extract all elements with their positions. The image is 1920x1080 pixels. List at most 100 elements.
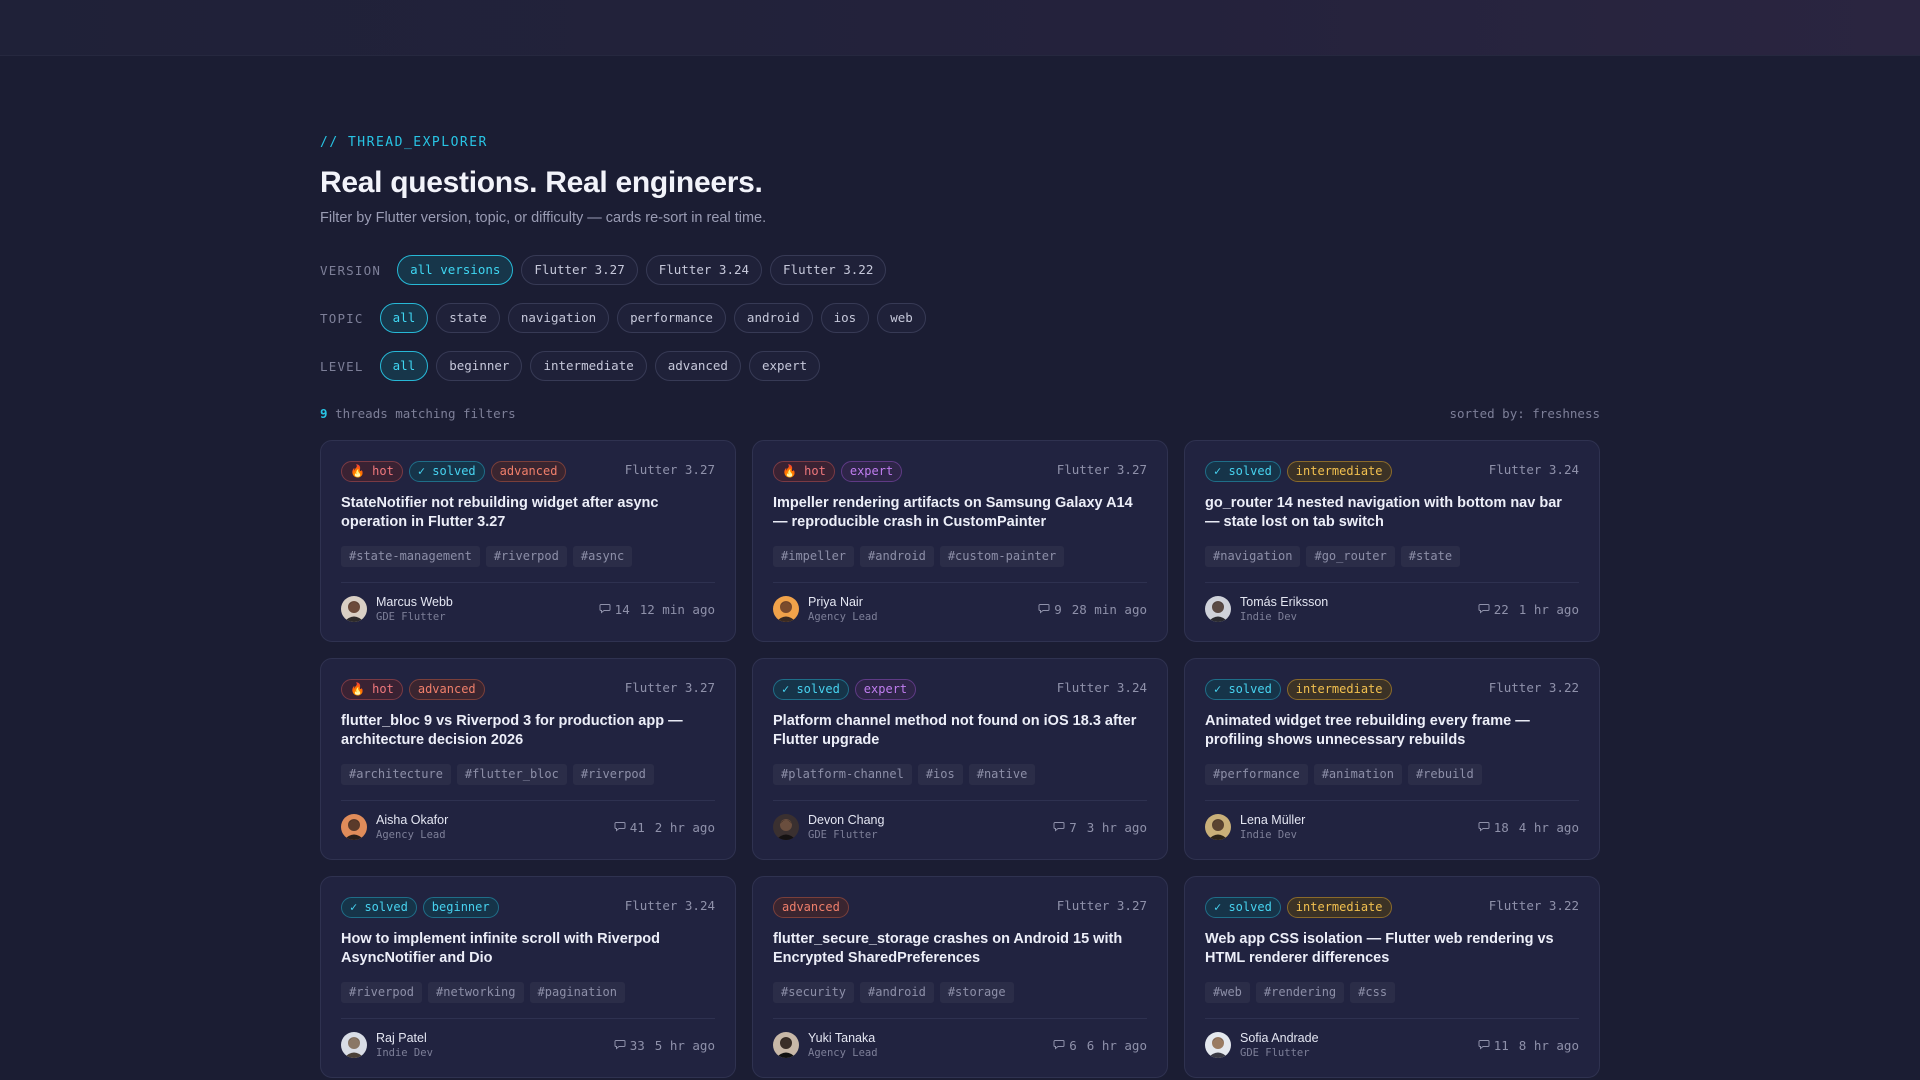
thread-title[interactable]: How to implement infinite scroll with Ri… bbox=[341, 930, 715, 968]
topic-tag[interactable]: #pagination bbox=[529, 982, 625, 1003]
author[interactable]: Raj Patel Indie Dev bbox=[341, 1031, 433, 1060]
topic-chip-ios[interactable]: ios bbox=[820, 303, 870, 333]
level-chip-advanced[interactable]: advanced bbox=[654, 351, 741, 381]
thread-card[interactable]: 🔥 hot ✓ solved advanced Flutter 3.27 State… bbox=[320, 440, 736, 642]
thread-stats: 9 28 min ago bbox=[1038, 602, 1147, 617]
topic-chip-web[interactable]: web bbox=[877, 303, 926, 333]
topic-tag[interactable]: #state-management bbox=[341, 546, 480, 567]
comment-count-value: 7 bbox=[1069, 819, 1077, 835]
author[interactable]: Aisha Okafor Agency Lead bbox=[341, 813, 448, 842]
topic-tag[interactable]: #go_router bbox=[1306, 546, 1395, 567]
topic-tag[interactable]: #performance bbox=[1205, 764, 1308, 785]
version-chip-3-27[interactable]: Flutter 3.27 bbox=[521, 255, 638, 285]
topic-chip-android[interactable]: android bbox=[733, 303, 813, 333]
author[interactable]: Tomás Eriksson Indie Dev bbox=[1205, 595, 1328, 624]
solved-badge: ✓ solved bbox=[1205, 679, 1281, 700]
solved-badge: ✓ solved bbox=[341, 897, 417, 918]
thread-title[interactable]: Web app CSS isolation — Flutter web rend… bbox=[1205, 930, 1579, 968]
thread-card[interactable]: 🔥 hot advanced Flutter 3.27 flutter_bloc … bbox=[320, 658, 736, 860]
topic-chip-state[interactable]: state bbox=[436, 303, 500, 333]
version-chip-all[interactable]: all versions bbox=[397, 255, 514, 285]
topic-tag[interactable]: #custom-painter bbox=[939, 546, 1065, 567]
thread-title[interactable]: flutter_bloc 9 vs Riverpod 3 for product… bbox=[341, 712, 715, 750]
card-divider bbox=[1205, 1018, 1579, 1019]
topic-chip-performance[interactable]: performance bbox=[617, 303, 726, 333]
author[interactable]: Yuki Tanaka Agency Lead bbox=[773, 1031, 878, 1060]
topic-chip-navigation[interactable]: navigation bbox=[507, 303, 610, 333]
page-subtitle: Filter by Flutter version, topic, or dif… bbox=[320, 210, 767, 226]
topic-tag[interactable]: #riverpod bbox=[485, 546, 567, 567]
topic-tag[interactable]: #flutter_bloc bbox=[456, 764, 567, 785]
topic-tag[interactable]: #navigation bbox=[1205, 546, 1301, 567]
person-avatar-icon bbox=[773, 814, 799, 840]
topic-tag[interactable]: #networking bbox=[428, 982, 524, 1003]
card-footer: Tomás Eriksson Indie Dev 22 1 hr ago bbox=[1205, 595, 1579, 623]
topic-tag[interactable]: #riverpod bbox=[341, 982, 423, 1003]
topic-tag[interactable]: #platform-channel bbox=[773, 764, 912, 785]
flutter-version: Flutter 3.27 bbox=[624, 462, 715, 477]
topic-tag[interactable]: #async bbox=[572, 546, 633, 567]
author[interactable]: Lena Müller Indie Dev bbox=[1205, 813, 1305, 842]
level-chip-beginner[interactable]: beginner bbox=[436, 351, 523, 381]
topic-tag[interactable]: #architecture bbox=[341, 764, 451, 785]
version-filter-row: VERSION all versions Flutter 3.27 Flutte… bbox=[320, 253, 1600, 287]
topic-tag[interactable]: #security bbox=[773, 982, 855, 1003]
thread-card[interactable]: ✓ solved intermediate Flutter 3.22 Web ap… bbox=[1184, 876, 1600, 1078]
topic-filter-row: TOPIC all state navigation performance a… bbox=[320, 301, 1600, 335]
topic-tag[interactable]: #css bbox=[1350, 982, 1396, 1003]
topic-tag[interactable]: #native bbox=[968, 764, 1036, 785]
topic-tag[interactable]: #web bbox=[1205, 982, 1250, 1003]
author[interactable]: Devon Chang GDE Flutter bbox=[773, 813, 884, 842]
comment-icon bbox=[1053, 1038, 1065, 1053]
thread-title[interactable]: Impeller rendering artifacts on Samsung … bbox=[773, 494, 1147, 532]
tag-list: #riverpod #networking #pagination bbox=[341, 982, 715, 1004]
thread-card[interactable]: ✓ solved beginner Flutter 3.24 How to imp… bbox=[320, 876, 736, 1078]
thread-card[interactable]: ✓ solved expert Flutter 3.24 Platform cha… bbox=[752, 658, 1168, 860]
beginner-badge: beginner bbox=[422, 897, 499, 918]
thread-title[interactable]: Platform channel method not found on iOS… bbox=[773, 712, 1147, 750]
level-chip-expert[interactable]: expert bbox=[748, 351, 821, 381]
author[interactable]: Marcus Webb GDE Flutter bbox=[341, 595, 453, 624]
thread-card[interactable]: 🔥 hot expert Flutter 3.27 Impeller render… bbox=[752, 440, 1168, 642]
thread-title[interactable]: StateNotifier not rebuilding widget afte… bbox=[341, 494, 715, 532]
topic-tag[interactable]: #impeller bbox=[773, 546, 855, 567]
author[interactable]: Sofia Andrade GDE Flutter bbox=[1205, 1031, 1319, 1060]
thread-title[interactable]: flutter_secure_storage crashes on Androi… bbox=[773, 930, 1147, 968]
advanced-badge: advanced bbox=[773, 897, 849, 918]
thread-title[interactable]: Animated widget tree rebuilding every fr… bbox=[1205, 712, 1579, 750]
topic-tag[interactable]: #storage bbox=[939, 982, 1014, 1003]
comment-count: 11 bbox=[1478, 1038, 1509, 1053]
author-role: Indie Dev bbox=[1240, 610, 1297, 623]
version-chip-3-24[interactable]: Flutter 3.24 bbox=[645, 255, 763, 285]
topic-tag[interactable]: #animation bbox=[1313, 764, 1402, 785]
solved-badge: ✓ solved bbox=[1205, 897, 1281, 918]
thread-card[interactable]: ✓ solved intermediate Flutter 3.22 Animat… bbox=[1184, 658, 1600, 860]
topic-chip-all[interactable]: all bbox=[379, 303, 429, 333]
level-chip-intermediate[interactable]: intermediate bbox=[530, 351, 647, 381]
version-chip-3-22[interactable]: Flutter 3.22 bbox=[770, 255, 887, 285]
thread-card[interactable]: advanced Flutter 3.27 flutter_secure_sto… bbox=[752, 876, 1168, 1078]
thread-age: 28 min ago bbox=[1071, 601, 1147, 617]
card-divider bbox=[1205, 800, 1579, 801]
author[interactable]: Priya Nair Agency Lead bbox=[773, 595, 878, 624]
topic-tag[interactable]: #android bbox=[860, 982, 934, 1003]
comment-count: 33 bbox=[614, 1038, 645, 1053]
topic-tag[interactable]: #state bbox=[1400, 546, 1461, 567]
level-chip-all[interactable]: all bbox=[379, 351, 429, 381]
thread-card[interactable]: ✓ solved intermediate Flutter 3.24 go_rou… bbox=[1184, 440, 1600, 642]
topic-tag[interactable]: #android bbox=[860, 546, 934, 567]
expert-badge: expert bbox=[840, 461, 903, 482]
card-footer: Yuki Tanaka Agency Lead 6 6 hr ago bbox=[773, 1031, 1147, 1059]
card-footer: Sofia Andrade GDE Flutter 11 8 hr ago bbox=[1205, 1031, 1579, 1059]
thread-title[interactable]: go_router 14 nested navigation with bott… bbox=[1205, 494, 1579, 532]
topic-tag[interactable]: #rendering bbox=[1255, 982, 1345, 1003]
results-count-number: 9 bbox=[320, 405, 328, 421]
topic-tag[interactable]: #riverpod bbox=[572, 764, 654, 785]
topic-tag[interactable]: #ios bbox=[917, 764, 963, 785]
card-header: ✓ solved intermediate Flutter 3.22 bbox=[1205, 897, 1579, 921]
comment-count-value: 11 bbox=[1493, 1037, 1509, 1053]
card-footer: Aisha Okafor Agency Lead 41 2 hr ago bbox=[341, 813, 715, 841]
card-footer: Raj Patel Indie Dev 33 5 hr ago bbox=[341, 1031, 715, 1059]
solved-badge: ✓ solved bbox=[1205, 461, 1281, 482]
topic-tag[interactable]: #rebuild bbox=[1407, 764, 1482, 785]
